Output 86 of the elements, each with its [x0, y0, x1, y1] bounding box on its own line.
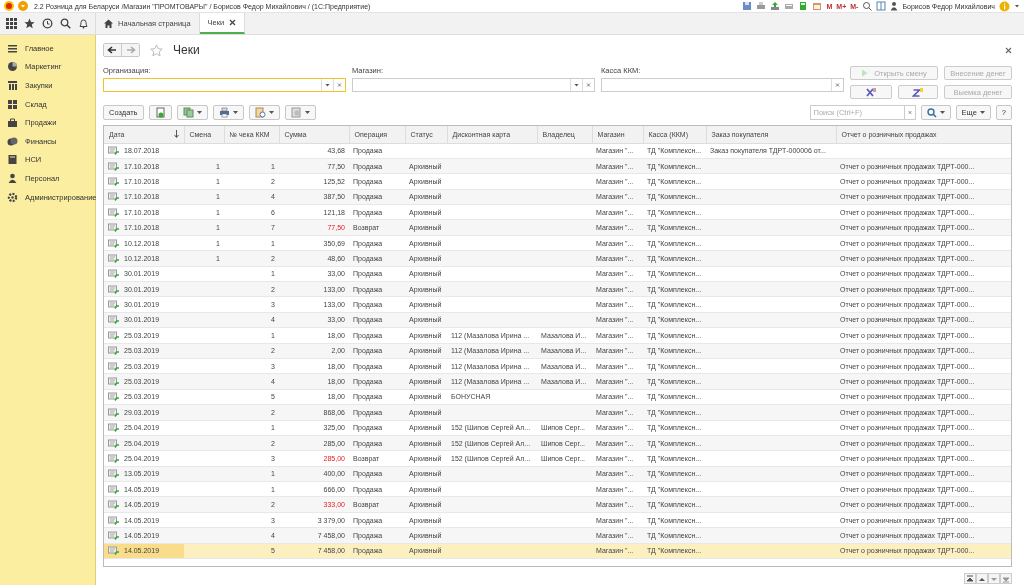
x-report-icon: [865, 86, 877, 98]
document-icon: [108, 207, 119, 217]
sort-arrow-icon[interactable]: [173, 130, 179, 139]
bell-icon[interactable]: [77, 18, 89, 29]
scroll-up-button[interactable]: [976, 573, 988, 584]
document-icon: [108, 407, 119, 417]
document-icon: [108, 530, 119, 540]
list-icon: [7, 42, 18, 54]
caret-icon: [939, 110, 945, 115]
action-button[interactable]: [898, 85, 938, 99]
cart-icon: [7, 80, 18, 91]
documents-button[interactable]: [176, 105, 208, 120]
document-icon: [108, 515, 119, 525]
apps-grid-icon[interactable]: [6, 18, 18, 29]
input-field[interactable]: [352, 78, 595, 92]
z-report-icon: [912, 86, 924, 98]
document-icon: [108, 300, 119, 310]
document-icon: [108, 361, 119, 371]
calendar-icon[interactable]: [812, 1, 823, 11]
report-document-button[interactable]: [248, 105, 280, 120]
documents-icon: [182, 107, 194, 118]
document-icon: [108, 377, 119, 387]
history-icon[interactable]: [42, 18, 53, 29]
person-icon: [7, 172, 18, 184]
caret-icon: [268, 110, 274, 115]
document-icon: [108, 330, 119, 340]
scroll-top-button[interactable]: [964, 573, 976, 584]
panel-icon[interactable]: [876, 1, 887, 11]
scroll-bottom-button[interactable]: [1000, 573, 1012, 584]
printer-icon: [218, 107, 230, 118]
input-field[interactable]: [601, 78, 844, 92]
caret-icon: [232, 110, 238, 115]
upload-icon[interactable]: [770, 1, 781, 11]
document-icon: [108, 438, 119, 448]
document-icon: [108, 454, 119, 463]
briefcase-icon: [7, 117, 18, 129]
menu-caret-icon[interactable]: [18, 1, 28, 11]
document-icon: [108, 392, 119, 402]
caret-icon: [979, 110, 985, 115]
copy-document-icon: [154, 107, 166, 118]
document-icon: [108, 315, 119, 325]
document-icon: [108, 146, 119, 156]
favorite-star-icon[interactable]: [150, 43, 163, 57]
app-logo-icon: [4, 1, 14, 11]
search-icon: [926, 107, 937, 118]
document-icon: [108, 176, 119, 186]
search-button[interactable]: [920, 105, 951, 120]
form-title: Чеки: [173, 43, 200, 57]
book-icon: [7, 154, 18, 166]
document-icon: [108, 500, 119, 510]
zoom-icon[interactable]: [862, 1, 873, 11]
document-icon: [108, 484, 119, 494]
close-icon[interactable]: [229, 19, 237, 26]
printer-button[interactable]: [212, 105, 244, 120]
document-icon: [108, 238, 119, 248]
user-icon: [890, 1, 899, 11]
document-icon: [108, 253, 119, 263]
document-icon: [108, 469, 119, 479]
star-icon[interactable]: [24, 18, 36, 29]
report-document-icon: [254, 107, 266, 118]
caret-icon: [304, 110, 310, 115]
document-icon: [108, 284, 119, 294]
document-icon: [108, 192, 119, 202]
copy-document-button[interactable]: [148, 105, 172, 120]
search-icon[interactable]: [59, 18, 71, 29]
input-field[interactable]: [103, 78, 346, 92]
scroll-top-icon: [966, 574, 974, 583]
coins-icon: [7, 135, 18, 147]
close-icon[interactable]: [1005, 46, 1012, 54]
play-icon: [861, 69, 869, 77]
document-icon: [108, 423, 119, 433]
grid-icon: [7, 98, 18, 110]
calculator-icon[interactable]: [798, 1, 809, 11]
scroll-bottom-icon: [1002, 574, 1010, 583]
caret-icon: [196, 110, 202, 115]
document-icon: [108, 161, 119, 171]
document-icon: [108, 546, 119, 556]
home-icon: [104, 19, 113, 28]
document-icon: [108, 223, 119, 233]
pie-chart-icon: [7, 61, 18, 73]
print-icon[interactable]: [756, 1, 767, 11]
gear-icon: [7, 191, 18, 203]
document-icon: [108, 346, 119, 356]
document-icon: [108, 269, 119, 279]
action-button[interactable]: [850, 85, 892, 99]
save-icon[interactable]: [742, 1, 753, 11]
